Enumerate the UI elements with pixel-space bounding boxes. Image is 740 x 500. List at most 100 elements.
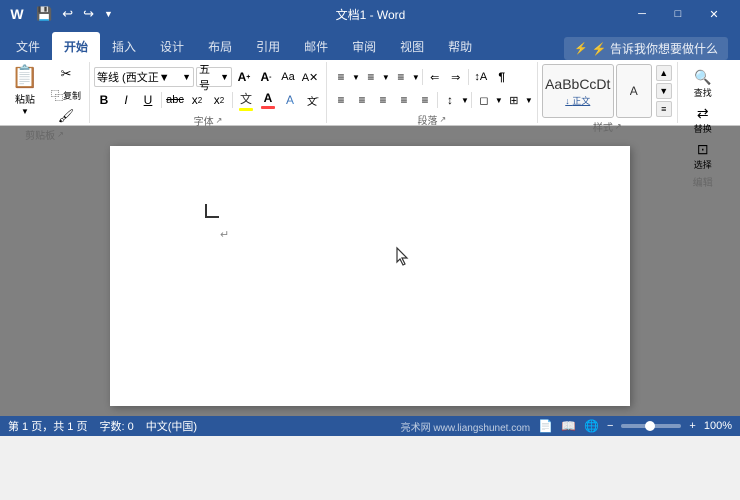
borders-arrow[interactable]: ▼ xyxy=(525,96,533,105)
text-effects-button[interactable]: A xyxy=(280,90,300,110)
save-button[interactable]: 💾 xyxy=(32,4,56,24)
multilevel-button[interactable]: ≡ xyxy=(391,67,411,87)
font-group-content: 等线 (西文正▼ ▼ 五号 ▼ A+ A- Aa A✕ B I U xyxy=(94,64,322,112)
strikethrough-button[interactable]: abc xyxy=(165,90,185,110)
styles-expand-icon[interactable]: ↗ xyxy=(615,122,622,131)
grow-font-button[interactable]: A+ xyxy=(234,67,254,87)
align-left-button[interactable]: ≡ xyxy=(331,90,351,110)
shading-button[interactable]: ◻ xyxy=(474,90,494,110)
restore-button[interactable]: □ xyxy=(660,0,696,28)
select-button[interactable]: ⊡ 选择 xyxy=(682,139,724,173)
zoom-level[interactable]: 100% xyxy=(704,420,732,432)
clear-formatting-button[interactable]: A✕ xyxy=(300,67,320,87)
tab-view[interactable]: 视图 xyxy=(388,32,436,60)
style-partial[interactable]: A xyxy=(616,64,652,118)
subscript-button[interactable]: x2 xyxy=(187,90,207,110)
shrink-font-button[interactable]: A- xyxy=(256,67,276,87)
tab-references[interactable]: 引用 xyxy=(244,32,292,60)
borders-button[interactable]: ⊞ xyxy=(504,90,524,110)
zoom-out-button[interactable]: − xyxy=(607,420,613,432)
font-expand-icon[interactable]: ↗ xyxy=(216,116,223,125)
bullets-arrow[interactable]: ▼ xyxy=(352,73,360,82)
superscript-button[interactable]: x2 xyxy=(209,90,229,110)
align-center-button[interactable]: ≡ xyxy=(352,90,372,110)
font-name-value: 等线 (西文正▼ xyxy=(97,69,170,85)
zoom-slider[interactable] xyxy=(621,424,681,428)
page-info[interactable]: 第 1 页，共 1 页 xyxy=(8,418,87,434)
highlight-button[interactable]: 文 xyxy=(236,90,256,110)
bold-button[interactable]: B xyxy=(94,90,114,110)
tab-design[interactable]: 设计 xyxy=(148,32,196,60)
view-web-button[interactable]: 🌐 xyxy=(584,419,599,433)
tab-help[interactable]: 帮助 xyxy=(436,32,484,60)
shading-arrow[interactable]: ▼ xyxy=(495,96,503,105)
view-normal-button[interactable]: 📄 xyxy=(538,419,553,433)
undo-button[interactable]: ↩ xyxy=(58,4,77,24)
clipboard-expand-icon[interactable]: ↗ xyxy=(57,130,64,139)
line-spacing-button[interactable]: ↕ xyxy=(440,90,460,110)
paste-label: 粘贴 xyxy=(15,91,35,106)
tab-review[interactable]: 审阅 xyxy=(340,32,388,60)
replace-button[interactable]: ⇄ 替换 xyxy=(682,103,724,137)
numbering-button[interactable]: ≡ xyxy=(361,67,381,87)
sort-button[interactable]: ↕A xyxy=(471,67,491,87)
tell-me-text[interactable]: ⚡ ⚡ 告诉我你想要做什么 xyxy=(564,37,728,60)
numbering-arrow[interactable]: ▼ xyxy=(382,73,390,82)
find-button[interactable]: 🔍 查找 xyxy=(682,67,724,101)
underline-button[interactable]: U xyxy=(138,90,158,110)
paste-dropdown-arrow[interactable]: ▼ xyxy=(21,107,29,116)
zoom-in-button[interactable]: + xyxy=(689,420,695,432)
copy-button[interactable]: ⿻ 复制 xyxy=(48,85,84,105)
paragraph-group: ≡ ▼ ≡ ▼ ≡ ▼ ⇐ ⇒ ↕A ¶ ≡ ≡ ≡ ≡ ≡ ↕ xyxy=(327,62,538,123)
font-label: 字体 ↗ xyxy=(94,112,322,129)
phonetic-guide-button[interactable]: 文̄ xyxy=(302,90,322,110)
justify-button[interactable]: ≡ xyxy=(394,90,414,110)
minimize-button[interactable]: ─ xyxy=(624,0,660,28)
status-bar-left: 第 1 页，共 1 页 字数: 0 中文(中国) xyxy=(8,418,197,434)
style-more[interactable]: ≡ xyxy=(656,101,672,117)
para-row-1: ≡ ▼ ≡ ▼ ≡ ▼ ⇐ ⇒ ↕A ¶ xyxy=(331,67,512,87)
tab-layout[interactable]: 布局 xyxy=(196,32,244,60)
line-spacing-arrow[interactable]: ▼ xyxy=(461,96,469,105)
styles-label: 样式 ↗ xyxy=(542,118,673,135)
distribute-button[interactable]: ≡ xyxy=(415,90,435,110)
language-indicator[interactable]: 中文(中国) xyxy=(146,418,197,434)
format-painter-button[interactable]: 🖌 xyxy=(48,106,84,126)
increase-indent-button[interactable]: ⇒ xyxy=(446,67,466,87)
font-size-arrow: ▼ xyxy=(220,72,229,82)
close-button[interactable]: ✕ xyxy=(696,0,732,28)
redo-button[interactable]: ↪ xyxy=(79,4,98,24)
decrease-indent-button[interactable]: ⇐ xyxy=(425,67,445,87)
phonetic-icon: 文̄ xyxy=(307,93,317,108)
style-normal[interactable]: AaBbCcDt ↓ 正文 xyxy=(542,64,614,118)
font-size-select[interactable]: 五号 ▼ xyxy=(196,67,232,87)
tell-me-bar[interactable]: ⚡ ⚡ 告诉我你想要做什么 xyxy=(556,37,736,60)
status-bar: 第 1 页，共 1 页 字数: 0 中文(中国) 亮术网 www.liangsh… xyxy=(0,416,740,436)
view-read-button[interactable]: 📖 xyxy=(561,419,576,433)
bullets-button[interactable]: ≡ xyxy=(331,67,351,87)
paste-button[interactable]: 📋 粘贴 ▼ xyxy=(4,64,46,116)
document-area: ↵ xyxy=(0,126,740,416)
paragraph-expand-icon[interactable]: ↗ xyxy=(440,115,447,124)
show-marks-button[interactable]: ¶ xyxy=(492,67,512,87)
tab-home[interactable]: 开始 xyxy=(52,32,100,60)
italic-button[interactable]: I xyxy=(116,90,136,110)
multilevel-arrow[interactable]: ▼ xyxy=(412,73,420,82)
document-page[interactable]: ↵ xyxy=(110,146,630,406)
style-scroll-up[interactable]: ▲ xyxy=(656,65,672,81)
window-controls: ─ □ ✕ xyxy=(624,0,732,28)
word-count[interactable]: 字数: 0 xyxy=(99,418,133,434)
style-scroll-down[interactable]: ▼ xyxy=(656,83,672,99)
tab-file[interactable]: 文件 xyxy=(4,32,52,60)
font-name-select[interactable]: 等线 (西文正▼ ▼ xyxy=(94,67,194,87)
align-right-button[interactable]: ≡ xyxy=(373,90,393,110)
tab-insert[interactable]: 插入 xyxy=(100,32,148,60)
font-color-button[interactable]: A xyxy=(258,90,278,110)
change-case-button[interactable]: Aa xyxy=(278,67,298,87)
para-row-2: ≡ ≡ ≡ ≡ ≡ ↕ ▼ ◻ ▼ ⊞ ▼ xyxy=(331,90,533,110)
cut-button[interactable]: ✂ xyxy=(48,64,84,84)
tab-mailings[interactable]: 邮件 xyxy=(292,32,340,60)
paste-icon: 📋 xyxy=(11,64,38,90)
customize-qa-button[interactable]: ▼ xyxy=(100,7,117,21)
zoom-thumb xyxy=(645,421,655,431)
